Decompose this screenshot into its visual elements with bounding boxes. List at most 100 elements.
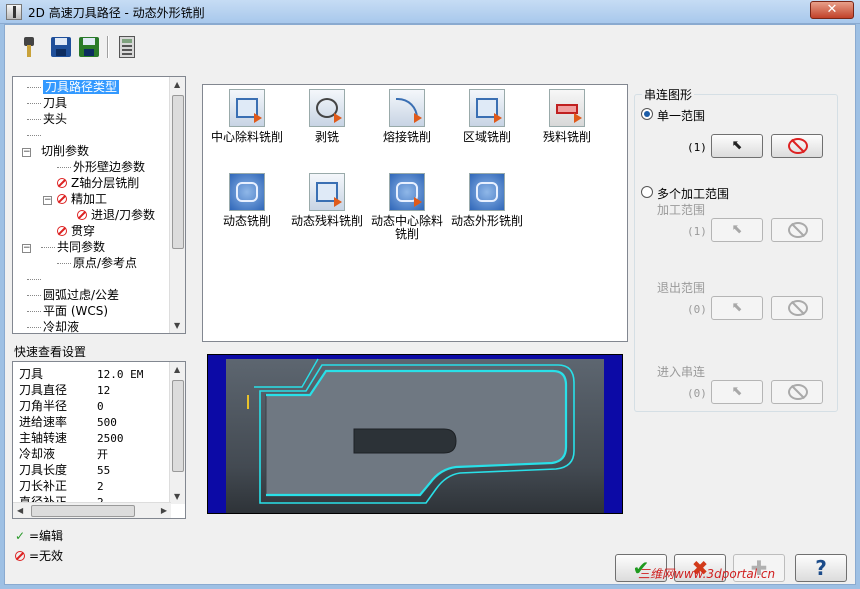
scroll-thumb[interactable]: [172, 95, 184, 249]
scroll-left-icon[interactable]: ◀: [17, 506, 23, 515]
tree-item-home-ref[interactable]: 原点/参考点: [57, 255, 137, 271]
scroll-thumb[interactable]: [172, 380, 184, 472]
calculator-icon[interactable]: [115, 35, 139, 59]
legend-edit: ✓ =编辑: [15, 529, 64, 543]
toolpath-rest-mill[interactable]: 残料铣削: [527, 89, 607, 144]
single-unselect-button[interactable]: [771, 134, 823, 158]
tree-item-lead-in-out[interactable]: 进退/刀参数: [77, 207, 155, 223]
save-as-icon[interactable]: [77, 35, 101, 59]
tree-item-planes[interactable]: 平面 (WCS): [27, 303, 108, 319]
dynamic-core-mill-icon: [389, 173, 425, 211]
area-mill-icon: [469, 89, 505, 127]
toolpath-dynamic-contour[interactable]: 动态外形铣削: [447, 173, 527, 228]
title-bar: 2D 高速刀具路径 - 动态外形铣削 ✕: [0, 0, 860, 24]
exit-range-count: (0): [687, 303, 707, 316]
toolpath-dynamic-rest-mill[interactable]: 动态残料铣削: [287, 173, 367, 228]
collapse-icon[interactable]: −: [22, 148, 31, 157]
list-item: 刀具 12.0 EM: [19, 367, 144, 381]
tree-item-coolant[interactable]: 冷却液: [27, 319, 79, 333]
tool-icon[interactable]: [17, 35, 41, 59]
unselect-icon: [788, 138, 808, 154]
toolpath-dynamic-core-mill[interactable]: 动态中心除料铣削: [367, 173, 447, 241]
single-range-count: (1): [687, 141, 707, 154]
quick-view-hscroll[interactable]: ◀ ▶: [13, 502, 171, 518]
collapse-icon[interactable]: −: [43, 196, 52, 205]
parameter-tree[interactable]: 刀具路径类型 刀具 夹头 − 切削参数 外形壁边参数 Z轴分层铣削 − 精加工 …: [12, 76, 186, 334]
scroll-thumb[interactable]: [31, 505, 135, 517]
toolpath-preview-graphic: [247, 358, 575, 504]
quick-view-vscroll[interactable]: ▲ ▼: [169, 362, 185, 504]
single-select-button[interactable]: ⬉: [711, 134, 763, 158]
chain-group-title: 串连图形: [642, 86, 695, 103]
toolpath-type-grid: 中心除料铣削 剥铣 熔接铣削 区域铣削 残料铣削 动态铣削 动态残料铣削 动态中…: [202, 84, 628, 342]
unselect-icon: [788, 384, 808, 400]
toolpath-core-mill[interactable]: 中心除料铣削: [207, 89, 287, 144]
invalid-icon: [57, 178, 67, 188]
scroll-down-icon[interactable]: ▼: [174, 321, 180, 330]
window-title: 2D 高速刀具路径 - 动态外形铣削: [28, 6, 205, 20]
entry-chain-label: 进入串连: [657, 365, 706, 379]
close-button[interactable]: ✕: [810, 1, 854, 19]
single-range-radio[interactable]: [641, 108, 653, 120]
pointer-icon: ⬉: [731, 222, 743, 237]
entry-select-button[interactable]: ⬉: [711, 380, 763, 404]
scroll-up-icon[interactable]: ▲: [174, 80, 180, 89]
toolpath-peel-mill[interactable]: 剥铣: [287, 89, 367, 144]
invalid-icon: [15, 551, 25, 561]
toolpath-blend-mill[interactable]: 熔接铣削: [367, 89, 447, 144]
toolpath-preview: [207, 354, 623, 514]
tree-item-toolpath-type[interactable]: 刀具路径类型: [27, 79, 120, 95]
toolbar: [13, 33, 183, 63]
peel-mill-icon: [309, 89, 345, 127]
scroll-up-icon[interactable]: ▲: [174, 365, 180, 374]
single-range-label: 单一范围: [657, 109, 706, 123]
tree-item-tool[interactable]: 刀具: [27, 95, 67, 111]
machining-range-count: (1): [687, 225, 707, 238]
tree-item-blank: [27, 127, 43, 143]
exit-select-button[interactable]: ⬉: [711, 296, 763, 320]
pointer-icon: ⬉: [731, 300, 743, 315]
tree-item-holder[interactable]: 夹头: [27, 111, 67, 127]
multi-range-label: 多个加工范围: [657, 187, 730, 201]
tree-item-break-through[interactable]: 贯穿: [57, 223, 95, 239]
dynamic-contour-icon: [469, 173, 505, 211]
help-button[interactable]: ?: [795, 554, 847, 582]
machining-unselect-button[interactable]: [771, 218, 823, 242]
list-item: 刀具长度 55: [19, 463, 111, 477]
quick-view-title: 快速查看设置: [14, 345, 87, 359]
toolpath-dynamic-mill[interactable]: 动态铣削: [207, 173, 287, 228]
tree-item-wall-params[interactable]: 外形壁边参数: [57, 159, 145, 175]
list-item: 刀具直径 12: [19, 383, 111, 397]
pointer-icon: ⬉: [731, 138, 743, 153]
tree-item-finish[interactable]: 精加工: [57, 191, 107, 207]
unselect-icon: [788, 300, 808, 316]
blend-mill-icon: [389, 89, 425, 127]
tree-item-arc-filter[interactable]: 圆弧过虑/公差: [27, 287, 119, 303]
dynamic-rest-mill-icon: [309, 173, 345, 211]
tree-scrollbar[interactable]: ▲ ▼: [169, 77, 185, 333]
rest-mill-icon: [549, 89, 585, 127]
list-item: 主轴转速 2500: [19, 431, 124, 445]
invalid-icon: [57, 226, 67, 236]
save-icon[interactable]: [49, 35, 73, 59]
list-item: 冷却液开: [19, 447, 108, 461]
check-icon: ✓: [15, 529, 26, 543]
collapse-icon[interactable]: −: [22, 244, 31, 253]
scroll-down-icon[interactable]: ▼: [174, 492, 180, 501]
multi-range-radio[interactable]: [641, 186, 653, 198]
quick-view-list: 刀具 12.0 EM 刀具直径 12 刀角半径 0 进给速率 500 主轴转速 2500 …: [12, 361, 186, 519]
help-icon: ?: [815, 556, 827, 580]
toolpath-area-mill[interactable]: 区域铣削: [447, 89, 527, 144]
list-item: 进给速率 500: [19, 415, 117, 429]
exit-range-label: 退出范围: [657, 281, 706, 295]
invalid-icon: [57, 194, 67, 204]
tree-item-cut-params[interactable]: 切削参数: [41, 143, 89, 159]
machining-select-button[interactable]: ⬉: [711, 218, 763, 242]
list-item: 刀长补正 2: [19, 479, 104, 493]
exit-unselect-button[interactable]: [771, 296, 823, 320]
tree-item-depth-cuts[interactable]: Z轴分层铣削: [57, 175, 139, 191]
scroll-right-icon[interactable]: ▶: [161, 506, 167, 515]
tree-item-linking-params[interactable]: 共同参数: [41, 239, 105, 255]
entry-unselect-button[interactable]: [771, 380, 823, 404]
dialog-body: 刀具路径类型 刀具 夹头 − 切削参数 外形壁边参数 Z轴分层铣削 − 精加工 …: [4, 24, 856, 585]
